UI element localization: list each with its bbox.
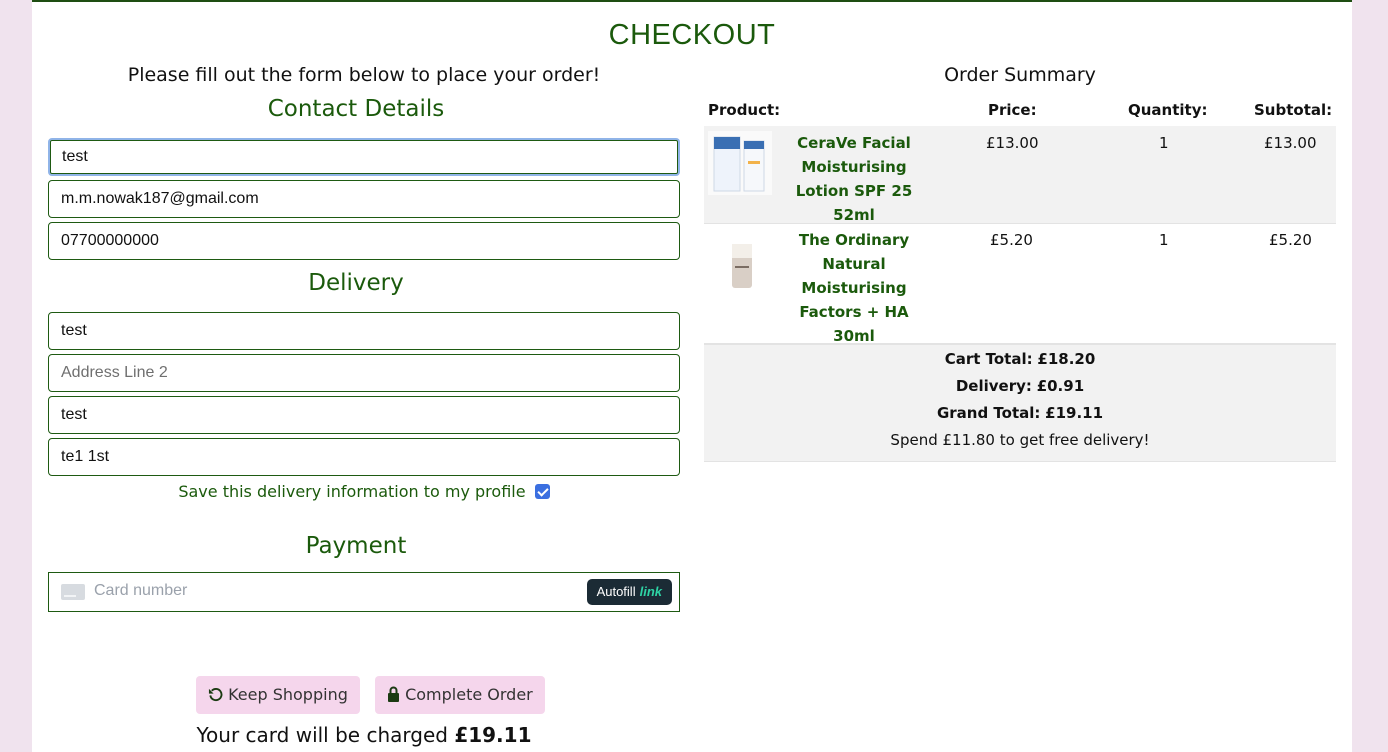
complete-order-button[interactable]: Complete Order	[375, 676, 545, 714]
page-title: CHECKOUT	[608, 19, 776, 51]
autofill-label: Autofill	[596, 584, 636, 599]
charge-notice: Your card will be charged £19.11	[48, 723, 680, 747]
keep-shopping-button[interactable]: Keep Shopping	[196, 676, 360, 714]
order-item-row: CeraVe Facial Moisturising Lotion SPF 25…	[704, 126, 1336, 224]
item-price: £5.20	[990, 231, 1033, 249]
keep-shopping-label: Keep Shopping	[228, 685, 348, 704]
product-image[interactable]	[708, 131, 772, 195]
cart-total: Cart Total: £18.20	[944, 350, 1096, 368]
checkout-page: CHECKOUT Please fill out the form below …	[32, 0, 1352, 752]
postcode-field[interactable]: te1 1st	[48, 438, 680, 476]
order-summary-title: Order Summary	[944, 64, 1096, 86]
item-subtotal: £5.20	[1269, 231, 1312, 249]
header-price: Price:	[988, 101, 1037, 119]
save-info-checkbox[interactable]	[534, 484, 550, 499]
town-field[interactable]: test	[48, 396, 680, 434]
item-price: £13.00	[986, 134, 1039, 152]
product-name-link[interactable]: The Ordinary Natural Moisturising Factor…	[776, 228, 932, 348]
email-field[interactable]: m.m.nowak187@gmail.com	[48, 180, 680, 218]
item-quantity: 1	[1159, 231, 1169, 249]
charge-amount: £19.11	[454, 723, 532, 747]
address-line-1-field[interactable]: test	[48, 312, 680, 350]
link-brand: link	[639, 584, 662, 599]
product-image[interactable]	[708, 234, 772, 298]
address-line-2-field[interactable]: Address Line 2	[48, 354, 680, 392]
grand-total: Grand Total: £19.11	[936, 404, 1104, 422]
totals-block: Cart Total: £18.20 Delivery: £0.91 Grand…	[704, 344, 1336, 462]
card-number-placeholder: Card number	[94, 582, 188, 599]
complete-order-label: Complete Order	[405, 685, 533, 704]
full-name-field[interactable]: test	[48, 138, 680, 176]
autofill-link-button[interactable]: Autofill link	[586, 579, 672, 605]
delivery-heading: Delivery	[308, 270, 404, 296]
payment-heading: Payment	[305, 533, 407, 559]
header-subtotal: Subtotal:	[1254, 101, 1333, 119]
credit-card-icon	[61, 584, 85, 600]
item-subtotal: £13.00	[1264, 134, 1317, 152]
save-info-label: Save this delivery information to my pro…	[178, 482, 526, 501]
order-item-row: The Ordinary Natural Moisturising Factor…	[704, 224, 1336, 345]
phone-field[interactable]: 07700000000	[48, 222, 680, 260]
header-quantity: Quantity:	[1128, 101, 1208, 119]
lock-icon	[387, 685, 405, 704]
product-name-link[interactable]: CeraVe Facial Moisturising Lotion SPF 25…	[776, 131, 932, 227]
undo-icon	[208, 685, 228, 704]
save-info-row: Save this delivery information to my pro…	[48, 482, 680, 501]
free-delivery-note: Spend £11.80 to get free delivery!	[890, 431, 1150, 449]
form-intro: Please fill out the form below to place …	[127, 64, 601, 86]
contact-details-heading: Contact Details	[267, 96, 445, 122]
header-product: Product:	[708, 101, 781, 119]
item-quantity: 1	[1159, 134, 1169, 152]
delivery-cost: Delivery: £0.91	[955, 377, 1085, 395]
card-number-input[interactable]: Card number Autofill link	[48, 572, 680, 612]
charge-prefix: Your card will be charged	[196, 723, 448, 747]
